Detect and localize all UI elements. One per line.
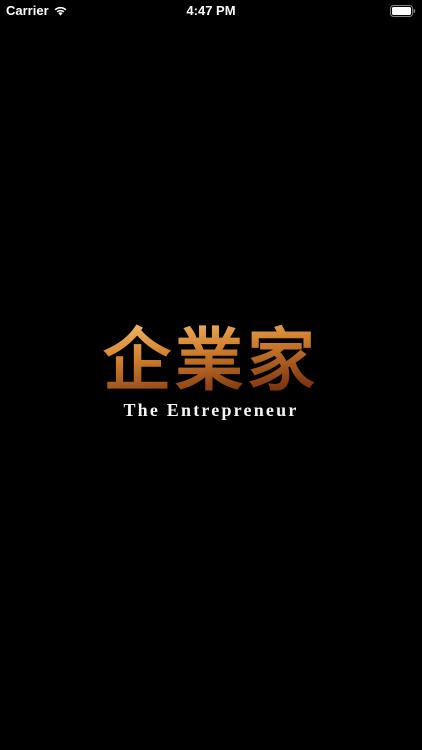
logo-title-text: 企業家 bbox=[103, 321, 319, 398]
logo-subtitle: The Entrepreneur bbox=[123, 400, 299, 420]
status-time: 4:47 PM bbox=[186, 3, 236, 18]
battery-icon bbox=[390, 5, 416, 17]
status-bar: Carrier 4:47 PM bbox=[0, 0, 422, 22]
logo-title: 企業家 bbox=[103, 321, 319, 398]
splash-logo: 企業家 The Entrepreneur bbox=[92, 320, 330, 424]
